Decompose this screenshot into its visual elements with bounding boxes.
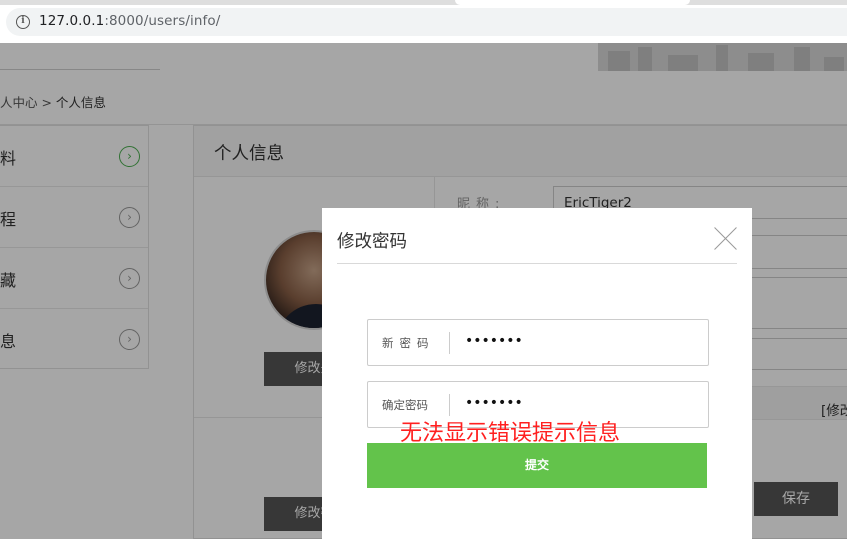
url-text[interactable]: 127.0.0.1:8000/users/info/: [39, 13, 220, 29]
submit-button[interactable]: 提交: [367, 443, 707, 488]
url-path: :8000/users/info/: [104, 13, 221, 29]
confirm-password-input[interactable]: •••••••: [465, 395, 523, 411]
info-icon[interactable]: i: [16, 15, 30, 29]
active-tab[interactable]: [455, 0, 690, 5]
address-bar[interactable]: i 127.0.0.1:8000/users/info/: [6, 8, 847, 36]
new-password-input[interactable]: •••••••: [465, 333, 523, 349]
change-password-dialog: 修改密码 新密码 ••••••• 确定密码 ••••••• 无法显示错误提示信息…: [322, 208, 752, 539]
field-divider: [449, 394, 450, 416]
dialog-title: 修改密码: [337, 232, 407, 252]
tab-strip: [0, 0, 847, 5]
new-password-label: 新密码: [382, 336, 435, 350]
close-icon[interactable]: [714, 227, 737, 250]
dialog-divider: [337, 263, 737, 264]
confirm-password-label: 确定密码: [382, 398, 428, 412]
url-host: 127.0.0.1: [39, 13, 105, 29]
new-password-field[interactable]: 新密码 •••••••: [367, 319, 709, 366]
field-divider: [449, 332, 450, 354]
browser-chrome: i 127.0.0.1:8000/users/info/: [0, 0, 847, 43]
